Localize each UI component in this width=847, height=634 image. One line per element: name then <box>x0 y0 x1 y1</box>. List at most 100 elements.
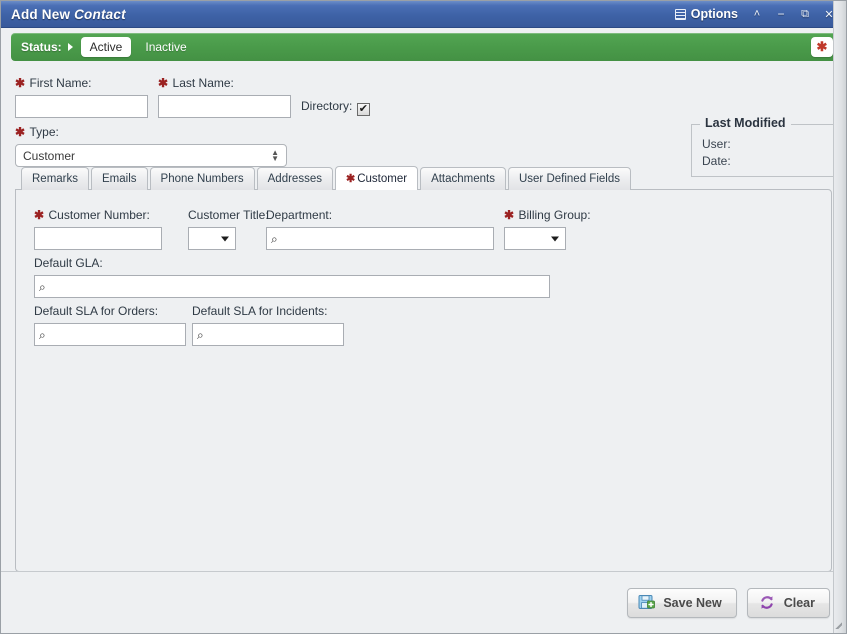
window-title: Add New Contact <box>11 7 126 22</box>
tab-addresses-label: Addresses <box>268 173 322 185</box>
window-title-entity: Contact <box>74 7 126 22</box>
customer-title-label-row: Customer Title: <box>188 206 269 224</box>
tab-strip: Remarks Emails Phone Numbers Addresses ✱… <box>15 166 832 190</box>
department-input-wrap: ⌕ <box>266 227 494 250</box>
resize-grip[interactable] <box>831 618 844 631</box>
field-type: ✱ Type: Customer ▲▼ <box>15 123 287 167</box>
contact-top-form: ✱ First Name: ✱ Last Name: Directory: ✔ … <box>15 61 832 166</box>
customer-number-input[interactable] <box>34 227 162 250</box>
status-bar: Status: Active Inactive ✱ <box>11 33 839 61</box>
tab-remarks[interactable]: Remarks <box>21 167 89 190</box>
save-new-button[interactable]: Save New <box>627 588 736 618</box>
tab-attachments[interactable]: Attachments <box>420 167 506 190</box>
customer-number-required-icon: ✱ <box>34 208 44 222</box>
field-first-name: ✱ First Name: <box>15 74 148 118</box>
customer-tab-panel: ✱ Customer Number: Customer Title: D <box>15 189 832 571</box>
last-modified-user-row: User: <box>702 136 846 153</box>
tab-user-defined-fields[interactable]: User Defined Fields <box>508 167 631 190</box>
clear-button[interactable]: Clear <box>747 588 830 618</box>
billing-group-label-row: ✱ Billing Group: <box>504 206 591 224</box>
minimize-button[interactable]: − <box>770 4 792 24</box>
menu-list-icon <box>675 9 686 20</box>
window-right-gutter <box>833 1 846 633</box>
default-sla-incidents-label-row: Default SLA for Incidents: <box>192 302 344 320</box>
customer-number-label: Customer Number: <box>49 208 150 222</box>
tab-user-defined-fields-label: User Defined Fields <box>519 173 620 185</box>
required-fields-badge[interactable]: ✱ <box>811 37 833 57</box>
field-customer-title: Customer Title: <box>188 206 269 255</box>
title-bar: Add New Contact Options ˄ − ⧉ ✕ <box>1 1 846 28</box>
tab-attachments-label: Attachments <box>431 173 495 185</box>
default-sla-orders-label: Default SLA for Orders: <box>34 304 158 318</box>
field-billing-group: ✱ Billing Group: <box>504 206 591 255</box>
department-label: Department: <box>266 208 332 222</box>
chevron-down-icon <box>221 236 229 241</box>
save-new-label: Save New <box>663 596 721 610</box>
default-sla-incidents-label: Default SLA for Incidents: <box>192 304 327 318</box>
last-modified-legend: Last Modified <box>700 116 791 130</box>
last-name-required-icon: ✱ <box>158 76 168 90</box>
billing-group-dropdown[interactable] <box>504 227 566 250</box>
clear-label: Clear <box>784 596 815 610</box>
save-disk-icon <box>638 594 655 611</box>
first-name-input[interactable] <box>15 95 148 118</box>
tab-phone-numbers-label: Phone Numbers <box>161 173 244 185</box>
field-default-gla: Default GLA: ⌕ <box>34 254 550 298</box>
status-label: Status: <box>21 40 62 54</box>
tab-phone-numbers[interactable]: Phone Numbers <box>150 167 255 190</box>
tab-customer-required-icon: ✱ <box>346 172 355 185</box>
default-sla-incidents-input[interactable] <box>192 323 344 346</box>
type-label-row: ✱ Type: <box>15 123 287 141</box>
status-option-active[interactable]: Active <box>81 37 132 57</box>
window-body: ✱ First Name: ✱ Last Name: Directory: ✔ … <box>1 61 846 571</box>
window-title-prefix: Add New <box>11 7 74 22</box>
status-caret-icon <box>68 43 73 51</box>
type-label: Type: <box>30 125 59 139</box>
default-gla-input[interactable] <box>34 275 550 298</box>
field-default-sla-orders: Default SLA for Orders: ⌕ <box>34 302 186 346</box>
department-label-row: Department: <box>266 206 494 224</box>
tab-addresses[interactable]: Addresses <box>257 167 333 190</box>
options-menu-label: Options <box>691 7 738 21</box>
customer-number-label-row: ✱ Customer Number: <box>34 206 162 224</box>
field-directory: Directory: ✔ <box>301 97 370 116</box>
directory-label: Directory: <box>301 99 352 113</box>
field-customer-number: ✱ Customer Number: <box>34 206 162 250</box>
billing-group-label: Billing Group: <box>519 208 591 222</box>
directory-checkbox[interactable]: ✔ <box>357 103 370 116</box>
department-input[interactable] <box>266 227 494 250</box>
tab-emails[interactable]: Emails <box>91 167 148 190</box>
last-name-input[interactable] <box>158 95 291 118</box>
restore-button[interactable]: ⧉ <box>794 4 816 24</box>
options-menu-button[interactable]: Options <box>671 5 744 23</box>
default-sla-incidents-input-wrap: ⌕ <box>192 323 344 346</box>
refresh-icon <box>758 594 776 611</box>
customer-title-dropdown[interactable] <box>188 227 236 250</box>
last-modified-user-label: User: <box>702 137 731 151</box>
default-gla-label: Default GLA: <box>34 256 103 270</box>
tab-customer-label: Customer <box>357 173 407 185</box>
field-last-name: ✱ Last Name: <box>158 74 291 118</box>
action-footer: Save New Clear <box>1 571 846 633</box>
customer-tab-content: ✱ Customer Number: Customer Title: D <box>34 206 813 555</box>
collapse-button[interactable]: ˄ <box>746 4 768 24</box>
status-option-inactive[interactable]: Inactive <box>145 40 186 54</box>
last-name-label-row: ✱ Last Name: <box>158 74 291 92</box>
default-gla-label-row: Default GLA: <box>34 254 550 272</box>
tab-remarks-label: Remarks <box>32 173 78 185</box>
field-department: Department: ⌕ <box>266 206 494 250</box>
customer-title-label: Customer Title: <box>188 208 269 222</box>
tab-customer[interactable]: ✱ Customer <box>335 166 418 190</box>
title-bar-controls: Options ˄ − ⧉ ✕ <box>671 4 840 24</box>
type-required-icon: ✱ <box>15 125 25 139</box>
default-sla-orders-input[interactable] <box>34 323 186 346</box>
tab-emails-label: Emails <box>102 173 137 185</box>
default-sla-orders-label-row: Default SLA for Orders: <box>34 302 186 320</box>
default-sla-orders-input-wrap: ⌕ <box>34 323 186 346</box>
last-name-label: Last Name: <box>173 76 234 90</box>
first-name-required-icon: ✱ <box>15 76 25 90</box>
field-default-sla-incidents: Default SLA for Incidents: ⌕ <box>192 302 344 346</box>
type-select[interactable]: Customer <box>15 144 287 167</box>
default-gla-input-wrap: ⌕ <box>34 275 550 298</box>
type-select-wrap: Customer ▲▼ <box>15 144 287 167</box>
